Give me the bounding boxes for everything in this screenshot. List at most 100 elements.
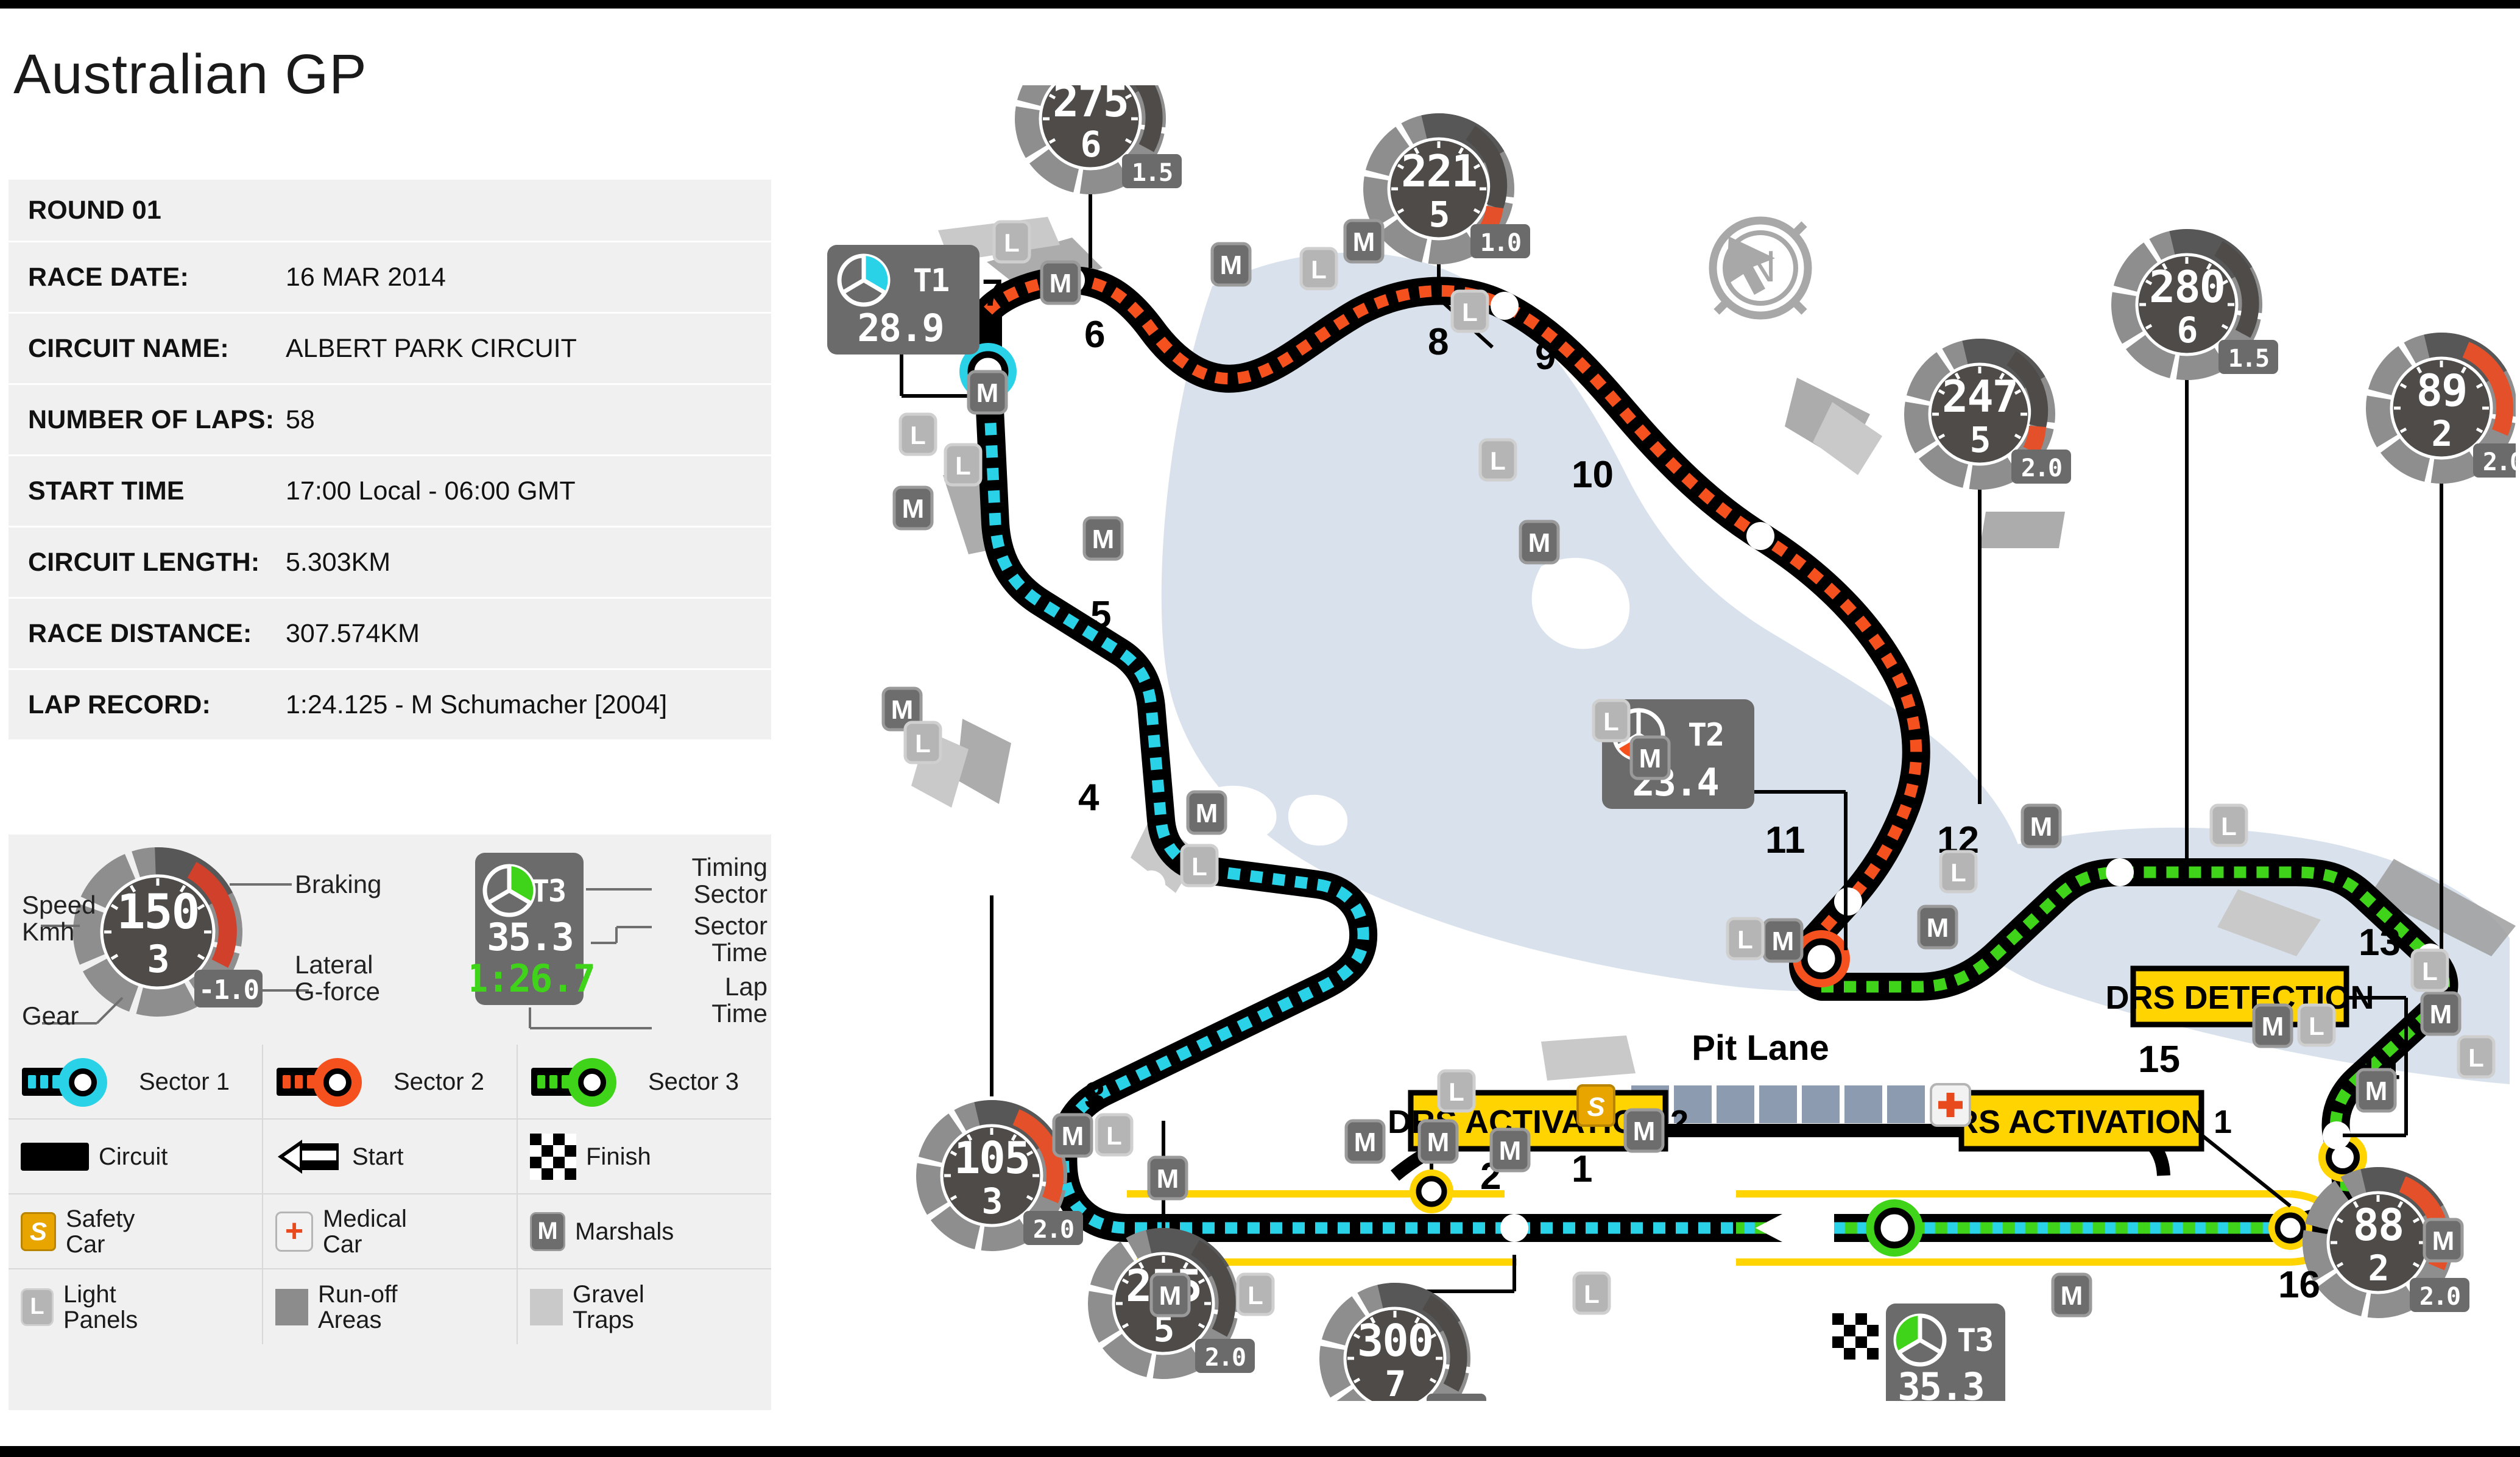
- legend-braking-label: Braking: [295, 870, 382, 898]
- svg-text:M: M: [1092, 524, 1115, 554]
- legend-label-marshals: Marshals: [575, 1218, 674, 1245]
- timing-box-t1-time: 28.9: [857, 306, 943, 350]
- circuit-swatch-icon: [21, 1142, 89, 1171]
- svg-text:L: L: [955, 451, 971, 480]
- gauge-turn-12-gear: 5: [1970, 419, 1990, 460]
- table-row: START TIME 17:00 Local - 06:00 GMT: [9, 456, 771, 526]
- compass-icon: N: [1709, 216, 1812, 320]
- race-date-value: 16 MAR 2014: [286, 262, 446, 292]
- legend-label-safety-car: Safety Car: [66, 1205, 135, 1258]
- timing-box-t1-sector: T1: [913, 263, 949, 299]
- infographic-page: Australian GP ROUND 01 RACE DATE: 16 MAR…: [0, 0, 2520, 1457]
- marshals-icon: M: [530, 1212, 565, 1251]
- gauge-turn-15-speed: 88: [2353, 1199, 2404, 1251]
- legend-item-sector-3: Sector 3: [518, 1045, 771, 1118]
- svg-text:L: L: [1004, 228, 1020, 257]
- svg-text:M: M: [1050, 269, 1072, 298]
- laps-label: NUMBER OF LAPS:: [28, 404, 275, 434]
- legend-item-circuit: Circuit: [9, 1120, 263, 1193]
- legend-speed-label: Speed Kmh: [22, 891, 96, 947]
- svg-text:L: L: [1950, 858, 1966, 887]
- svg-text:L: L: [2221, 812, 2237, 841]
- legend-gauge-gear-value: 3: [147, 937, 168, 981]
- turn-number-16: 16: [2278, 1264, 2320, 1306]
- gauge-turn-8-speed: 275: [1053, 85, 1128, 127]
- timing-box-t1: T1 28.9: [827, 245, 979, 398]
- svg-text:L: L: [1449, 1078, 1464, 1106]
- drs-activation-1-label: DRS ACTIVATION 1: [1931, 1090, 2292, 1208]
- legend-item-medical-car: + Medical Car: [263, 1194, 518, 1268]
- gauge-turn-12-speed: 247: [1942, 371, 2017, 422]
- lap-record-value: 1:24.125 - M Schumacher [2004]: [286, 690, 668, 719]
- timing-box-t3-sector-time: 35.3: [1897, 1364, 1983, 1401]
- sector2-marker-icon: [275, 1057, 384, 1107]
- legend-item-marshals: M Marshals: [518, 1194, 771, 1268]
- safety-car-icon: S: [1576, 1084, 1615, 1127]
- svg-text:M: M: [1639, 744, 1662, 774]
- gauge-turn-15-gear: 2: [2368, 1247, 2388, 1289]
- top-rule: [0, 0, 2520, 9]
- safety-car-icon: S: [21, 1212, 56, 1251]
- turn-number-8: 8: [1428, 321, 1449, 363]
- gauge-turn-13: 280 6 1.5: [2114, 231, 2278, 870]
- circuit-name-value: ALBERT PARK CIRCUIT: [286, 333, 577, 363]
- legend-gear-label: Gear: [22, 1001, 79, 1030]
- svg-text:M: M: [2365, 1076, 2388, 1106]
- svg-text:M: M: [1772, 926, 1795, 956]
- gauge-turn-14-gforce: 2.0: [2483, 448, 2516, 476]
- table-row: LAP RECORD: 1:24.125 - M Schumacher [200…: [9, 670, 771, 739]
- table-row: CIRCUIT LENGTH: 5.303KM: [9, 527, 771, 597]
- circuit-length-label: CIRCUIT LENGTH:: [28, 547, 260, 577]
- table-row: RACE DISTANCE: 307.574KM: [9, 599, 771, 668]
- svg-text:L: L: [1248, 1281, 1263, 1310]
- legend-panel: 150 3 -1.0 Speed Kmh Gear Braking Latera…: [9, 834, 771, 1410]
- svg-text:M: M: [976, 378, 999, 408]
- page-title: Australian GP: [13, 43, 367, 105]
- gauge-turn-15-gforce: 2.0: [2419, 1283, 2460, 1311]
- table-row: RACE DATE: 16 MAR 2014: [9, 242, 771, 312]
- svg-text:M: M: [1159, 1281, 1182, 1311]
- turn-number-5: 5: [1090, 594, 1111, 636]
- svg-text:M: M: [1353, 227, 1375, 257]
- svg-text:M: M: [891, 695, 914, 725]
- svg-text:M: M: [2262, 1012, 2284, 1042]
- sector1-marker-icon: [21, 1057, 129, 1107]
- start-time-value: 17:00 Local - 06:00 GMT: [286, 476, 576, 506]
- drs-activation-2-marker: [1410, 1169, 1453, 1213]
- table-row: CIRCUIT NAME: ALBERT PARK CIRCUIT: [9, 314, 771, 383]
- timing-box-t2-sector: T2: [1688, 717, 1724, 753]
- sector3-marker-icon: [530, 1057, 638, 1107]
- svg-text:M: M: [1528, 528, 1551, 558]
- svg-text:M: M: [2432, 1226, 2455, 1256]
- laps-value: 58: [286, 404, 315, 434]
- svg-text:M: M: [1220, 250, 1243, 280]
- svg-text:L: L: [1462, 298, 1478, 326]
- legend-label-sector-3: Sector 3: [648, 1068, 739, 1095]
- svg-text:M: M: [2061, 1281, 2083, 1311]
- circuit-length-value: 5.303KM: [286, 547, 391, 577]
- svg-text:L: L: [2422, 957, 2438, 986]
- svg-text:L: L: [1106, 1121, 1122, 1150]
- gauge-turn-1-gear: 7: [1385, 1363, 1405, 1401]
- gauge-turn-1: 300 7 0.1: [1322, 1255, 1516, 1401]
- svg-text:M: M: [1427, 1127, 1450, 1157]
- finish-flag-icon: [530, 1133, 576, 1180]
- gauge-turn-8-gforce: 1.5: [1132, 159, 1172, 187]
- turn-number-15: 15: [2138, 1039, 2180, 1081]
- svg-text:M: M: [902, 494, 925, 524]
- svg-text:M: M: [1633, 1117, 1656, 1146]
- svg-text:L: L: [2309, 1012, 2324, 1040]
- svg-text:M: M: [1927, 913, 1949, 943]
- compass-north-label: N: [1745, 242, 1776, 291]
- gauge-turn-8-gear: 6: [1081, 124, 1101, 165]
- legend-label-sector-2: Sector 2: [394, 1068, 484, 1095]
- svg-text:M: M: [1354, 1127, 1377, 1157]
- turn-number-13: 13: [2359, 922, 2401, 964]
- race-distance-label: RACE DISTANCE:: [28, 618, 252, 648]
- legend-gforce-label: Lateral G-force: [295, 950, 381, 1006]
- sector-3-start-marker: [1866, 1199, 1923, 1257]
- legend-item-gravel-traps: Gravel Traps: [518, 1269, 771, 1344]
- turn-number-9: 9: [1535, 336, 1556, 378]
- gauge-turn-9-gear: 5: [1429, 194, 1449, 235]
- legend-timing-sector-label: Timing Sector: [691, 853, 768, 909]
